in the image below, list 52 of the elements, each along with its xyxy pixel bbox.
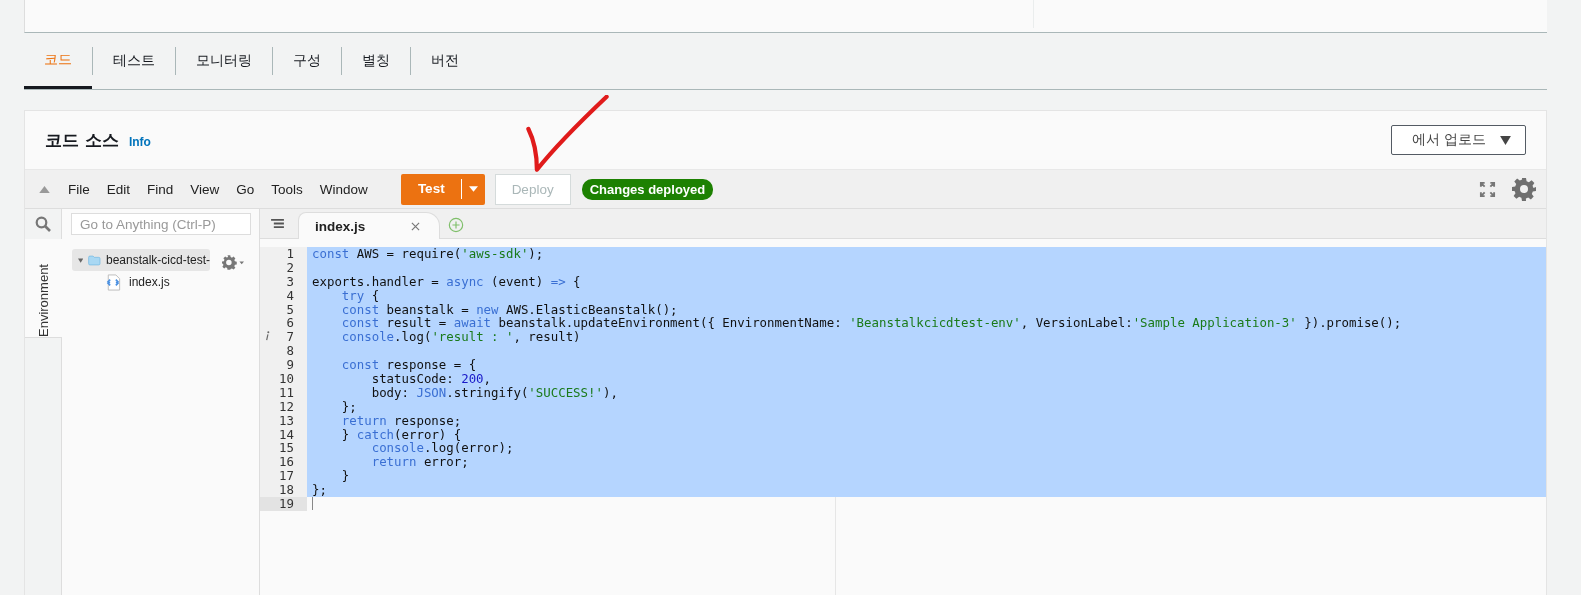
editor-tab[interactable]: index.js — [298, 212, 440, 239]
section-title: 코드 소스 — [45, 128, 119, 152]
expand-arrow-icon[interactable] — [78, 256, 84, 264]
tab[interactable]: 별칭 — [341, 47, 410, 75]
line-number: 18 — [279, 483, 295, 498]
caret-icon — [1500, 135, 1511, 145]
close-icon[interactable] — [411, 221, 421, 231]
line-number: 15 — [279, 441, 295, 456]
folder-tree-item[interactable]: beanstalk-cicd-test- — [72, 249, 210, 271]
line-number: 12 — [279, 399, 295, 414]
line-number: 14 — [279, 427, 295, 442]
tab[interactable]: 구성 — [272, 47, 341, 75]
line-number: 5 — [286, 302, 295, 317]
settings-icon[interactable] — [1512, 177, 1536, 201]
fullscreen-icon[interactable] — [1479, 180, 1496, 198]
file-tree-item[interactable]: index.js — [105, 273, 172, 291]
folder-icon — [88, 252, 101, 268]
caret-icon[interactable] — [468, 186, 478, 192]
line-number: 2 — [286, 260, 295, 275]
line-number: 10 — [279, 372, 295, 386]
line-number: 3 — [286, 274, 295, 289]
tab[interactable]: 버전 — [410, 47, 479, 75]
line-number: 19 — [279, 497, 295, 511]
line-number: 7 — [286, 330, 295, 345]
line-number: 8 — [286, 344, 295, 359]
environment-tab[interactable]: Environment — [25, 239, 62, 338]
info-link[interactable]: Info — [128, 135, 151, 149]
menu-item[interactable]: View — [181, 181, 228, 197]
status-badge: Changes deployed — [581, 178, 714, 200]
tab[interactable]: 테스트 — [92, 47, 175, 75]
menu-item[interactable]: Edit — [97, 181, 139, 197]
menu-item[interactable]: Tools — [262, 181, 311, 197]
code-file-icon — [105, 273, 121, 291]
line-number: 16 — [279, 455, 295, 470]
collapse-icon[interactable] — [39, 185, 50, 193]
line-number: 6 — [286, 316, 295, 331]
search-icon[interactable] — [35, 216, 51, 232]
line-number: 4 — [286, 288, 295, 303]
file-list-icon[interactable] — [271, 218, 284, 229]
menu-item[interactable]: Go — [227, 181, 263, 197]
settings-icon[interactable] — [222, 255, 244, 270]
line-number: 9 — [286, 358, 295, 373]
line-number: 13 — [279, 413, 295, 428]
search-field[interactable]: Go to Anything (Ctrl-P) — [71, 213, 251, 235]
line-number: 11 — [279, 385, 295, 400]
menu-item[interactable]: Window — [310, 181, 376, 197]
menu-item[interactable]: Find — [138, 181, 182, 197]
line-number: 1 — [286, 247, 295, 261]
upload-dropdown[interactable]: 에서 업로드 — [1390, 125, 1526, 155]
tab[interactable]: 모니터링 — [175, 47, 272, 75]
line-number: 17 — [279, 469, 295, 484]
menu-item[interactable]: File — [59, 181, 98, 197]
